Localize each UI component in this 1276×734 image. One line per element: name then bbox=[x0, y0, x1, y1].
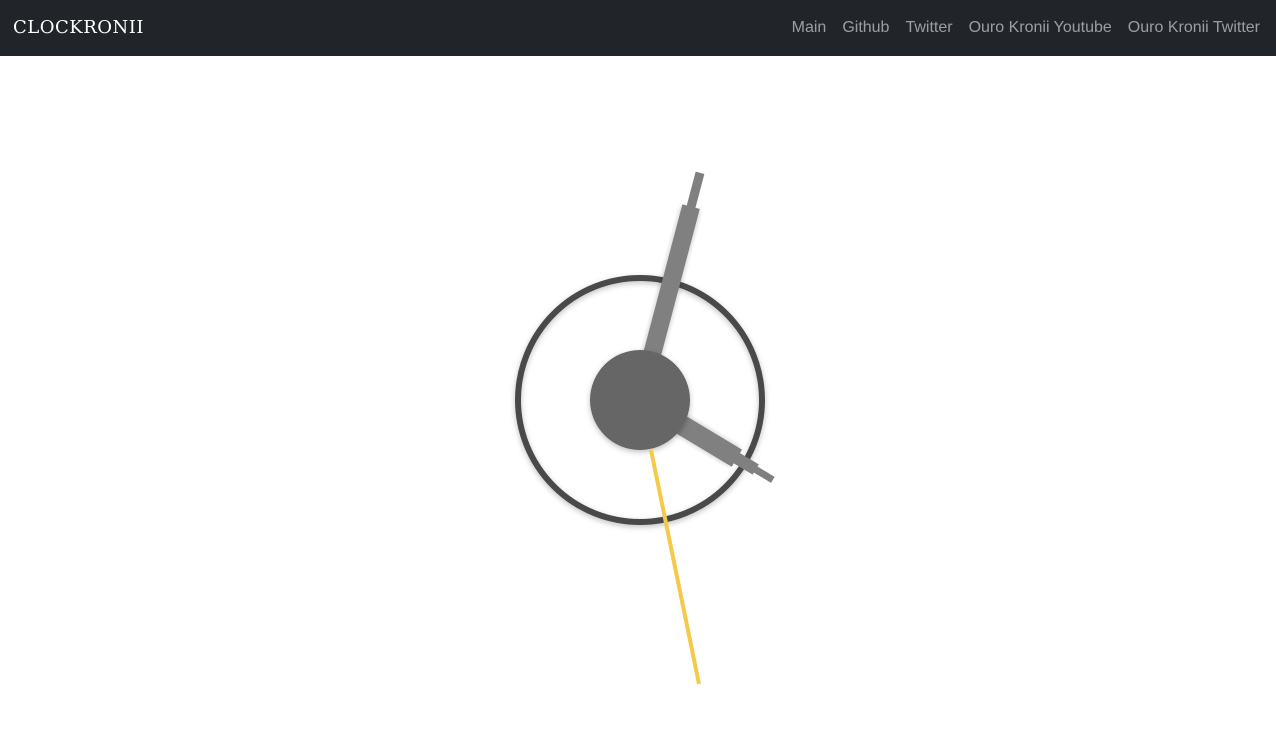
clock bbox=[515, 171, 775, 685]
nav-link-ouro-kronii-twitter[interactable]: Ouro Kronii Twitter bbox=[1128, 16, 1260, 40]
second-hand bbox=[649, 449, 701, 685]
nav-link-ouro-kronii-youtube[interactable]: Ouro Kronii Youtube bbox=[969, 16, 1112, 40]
nav-link-main[interactable]: Main bbox=[792, 16, 827, 40]
clock-center-hub bbox=[590, 350, 690, 450]
nav-link-github[interactable]: Github bbox=[842, 16, 889, 40]
nav-links: Main Github Twitter Ouro Kronii Youtube … bbox=[792, 0, 1260, 56]
top-navbar: CLOCKRONII Main Github Twitter Ouro Kron… bbox=[0, 0, 1276, 56]
clock-area bbox=[0, 56, 1276, 734]
nav-link-twitter[interactable]: Twitter bbox=[905, 16, 952, 40]
brand-logo[interactable]: CLOCKRONII bbox=[13, 15, 144, 41]
